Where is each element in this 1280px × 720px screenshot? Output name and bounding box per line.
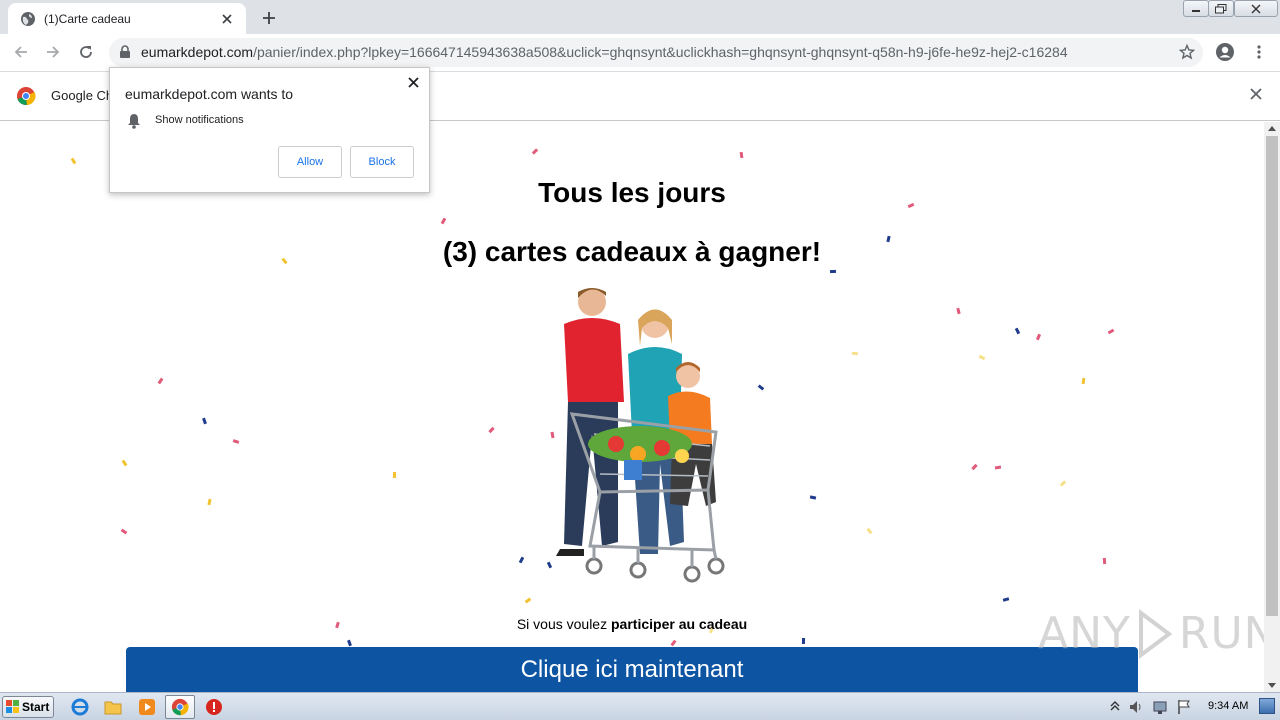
url-path: /panier/index.php?lpkey=16664714594363​8… — [253, 44, 1068, 60]
start-label: Start — [22, 700, 50, 714]
confetti-piece — [392, 471, 397, 479]
globe-icon — [21, 11, 35, 26]
confetti-piece — [978, 354, 986, 361]
allow-button[interactable]: Allow — [278, 146, 342, 178]
confetti-piece — [1107, 328, 1115, 335]
confetti-piece — [829, 269, 837, 274]
browser-toolbar: eumarkdepot.com/panier/index.php?lpkey=1… — [0, 34, 1280, 71]
cta-intro-bold: participer au cadeau — [611, 616, 748, 632]
tab-title: (1)Carte cadeau — [44, 11, 131, 26]
cta-intro-text: Si vous voulez — [516, 616, 611, 632]
confetti-piece — [1035, 333, 1042, 341]
action-center-flag-icon[interactable] — [1176, 699, 1192, 715]
confetti-piece — [670, 639, 677, 647]
back-icon[interactable] — [10, 41, 32, 63]
close-infobar-icon[interactable] — [1250, 88, 1262, 100]
stop-security-icon[interactable] — [204, 697, 224, 717]
scroll-up-icon[interactable] — [1268, 126, 1276, 131]
confetti-piece — [866, 527, 873, 535]
block-button[interactable]: Block — [350, 146, 414, 178]
forward-icon[interactable] — [42, 41, 64, 63]
ie-icon[interactable] — [70, 697, 90, 717]
minimize-icon[interactable] — [1183, 0, 1209, 17]
confetti-piece — [1081, 377, 1086, 385]
watermark-left: ANY — [1038, 608, 1131, 659]
confetti-piece — [1002, 597, 1010, 602]
show-desktop-icon[interactable] — [1259, 698, 1275, 714]
confetti-piece — [971, 463, 978, 471]
scroll-down-icon[interactable] — [1268, 683, 1276, 688]
close-window-icon[interactable] — [1234, 0, 1278, 17]
close-popup-icon[interactable] — [408, 77, 419, 88]
page-scrollbar[interactable] — [1264, 122, 1280, 692]
confetti-piece — [121, 459, 128, 467]
permission-label: Show notifications — [155, 114, 244, 126]
anyrun-watermark: ANY RUN — [1038, 608, 1264, 659]
confetti-piece — [739, 151, 744, 159]
confetti-piece — [70, 157, 77, 165]
confetti-piece — [956, 307, 961, 315]
confetti-piece — [851, 351, 859, 356]
bell-icon — [128, 114, 140, 129]
media-player-icon[interactable] — [137, 697, 157, 717]
confetti-piece — [1059, 480, 1067, 487]
confetti-piece — [157, 377, 164, 385]
popup-title: eumarkdepot.com wants to — [125, 86, 294, 102]
subheadline: (3) cartes cadeaux à gagner! — [442, 236, 822, 267]
taskbar-clock: 9:34 AM — [1208, 700, 1249, 712]
hero-image — [556, 288, 725, 583]
confetti-piece — [531, 148, 539, 155]
confetti-piece — [207, 498, 212, 506]
watermark-right: RUN — [1178, 608, 1264, 659]
windows-taskbar: Start 9:34 AM — [0, 692, 1280, 720]
start-button[interactable]: Start — [2, 696, 54, 718]
new-tab-icon[interactable] — [258, 7, 280, 29]
confetti-piece — [440, 217, 447, 225]
confetti-piece — [120, 528, 128, 535]
confetti-piece — [524, 597, 532, 604]
chrome-taskbar-icon[interactable] — [170, 697, 190, 717]
windows-logo-icon — [6, 700, 19, 713]
chrome-logo-icon — [17, 87, 36, 106]
confetti-piece — [347, 639, 352, 647]
close-tab-icon[interactable] — [218, 10, 236, 28]
address-bar[interactable]: eumarkdepot.com/panier/index.php?lpkey=1… — [109, 38, 1203, 67]
confetti-piece — [1014, 327, 1021, 335]
volume-icon[interactable] — [1128, 699, 1144, 715]
menu-kebab-icon[interactable] — [1248, 41, 1270, 63]
cta-button[interactable]: Clique ici maintenant — [126, 647, 1138, 692]
confetti-piece — [801, 637, 806, 645]
confetti-piece — [809, 495, 817, 500]
infobar-text: Google Ch — [51, 88, 114, 103]
play-icon — [1138, 608, 1173, 659]
browser-tab[interactable]: (1)Carte cadeau — [8, 3, 246, 34]
confetti-piece — [1102, 557, 1107, 565]
lock-icon[interactable] — [119, 45, 131, 59]
confetti-piece — [232, 439, 240, 444]
page-viewport: Tous les jours (3) cartes cadeaux à gagn… — [0, 122, 1264, 692]
notification-permission-popup: eumarkdepot.com wants to Show notificati… — [109, 67, 430, 193]
network-icon[interactable] — [1152, 699, 1168, 715]
show-hidden-icons-icon[interactable] — [1110, 700, 1120, 712]
explorer-folder-icon[interactable] — [103, 697, 123, 717]
bookmark-star-icon[interactable] — [1179, 44, 1195, 60]
restore-icon[interactable] — [1208, 0, 1234, 17]
url-domain: eumarkdepot.com — [141, 44, 254, 60]
profile-icon[interactable] — [1214, 41, 1236, 63]
reload-icon[interactable] — [75, 41, 97, 63]
scroll-thumb[interactable] — [1266, 136, 1278, 616]
confetti-piece — [488, 426, 495, 434]
confetti-piece — [202, 417, 207, 425]
confetti-piece — [994, 465, 1002, 470]
url-text: eumarkdepot.com/panier/index.php?lpkey=1… — [141, 44, 1068, 60]
tab-strip: (1)Carte cadeau — [0, 0, 1280, 34]
